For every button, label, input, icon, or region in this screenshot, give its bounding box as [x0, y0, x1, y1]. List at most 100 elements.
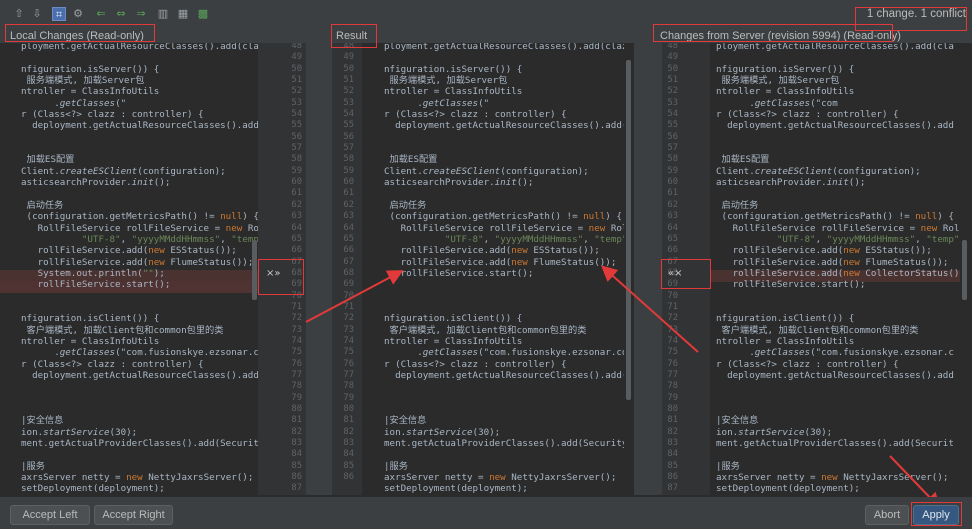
server-line-number: 75: [667, 347, 678, 358]
local-changes-pane[interactable]: ployment.getActualResourceClasses().add(…: [0, 43, 258, 495]
server-code-line: [716, 404, 960, 415]
result-gutter: 48 49 50 51 52 53 54 55 56 57 58 59 60 61 62 63 64 65 66 67…: [332, 43, 362, 495]
local-line-number: 83: [291, 438, 302, 449]
result-code-line: [384, 393, 624, 404]
server-code-line: [716, 393, 960, 404]
result-line-number: 70: [343, 290, 354, 301]
result-code-line: rollFileService.add(new FlumeStatus());: [384, 256, 617, 268]
result-pane[interactable]: ployment.getActualResourceClasses().add(…: [362, 43, 624, 495]
local-scrollbar[interactable]: [252, 240, 257, 300]
server-code-line: [716, 291, 960, 302]
result-line-number: 62: [343, 199, 354, 210]
abort-button[interactable]: Abort: [865, 505, 909, 525]
server-code-line: |安全信息: [716, 415, 759, 427]
local-line-number: 74: [291, 335, 302, 346]
result-line-number: 57: [343, 143, 354, 154]
server-code-line: "UTF-8", "yyyyMMddHHmmss", "temp": [776, 233, 960, 245]
local-line-number: 55: [291, 120, 302, 131]
up-arrow-icon[interactable]: ⇧: [12, 7, 26, 21]
server-code-line: deployment.getActualResourceClasses().ad…: [716, 369, 954, 381]
result-code-line: (configuration.getMetricsPath() != null)…: [384, 211, 622, 223]
down-arrow-icon[interactable]: ⇩: [30, 7, 44, 21]
result-line-number: 84: [343, 449, 354, 460]
local-line-number: 48: [291, 43, 302, 51]
local-line-number: 84: [291, 449, 302, 460]
server-code-line: Client.createESClient(configuration);: [716, 165, 921, 177]
server-line-number: 87: [667, 483, 678, 494]
result-code-line: ployment.getActualResourceClasses().add(…: [384, 43, 624, 52]
local-code-line: ment.getActualProviderClasses().add(Secu…: [21, 438, 258, 450]
local-code-line: r (Class<?> clazz : controller) {: [21, 109, 204, 121]
local-code-line: [21, 393, 258, 404]
accept-right-icon[interactable]: ⇒: [134, 7, 148, 21]
server-line-number: 82: [667, 426, 678, 437]
local-line-number: 56: [291, 131, 302, 142]
accept-left-icon[interactable]: ⇐: [94, 7, 108, 21]
server-marker-annotation: [661, 259, 711, 289]
server-code-line: (configuration.getMetricsPath() != null)…: [716, 211, 954, 223]
local-line-number: 58: [291, 154, 302, 165]
server-line-number: 60: [667, 177, 678, 188]
result-code-line: [384, 381, 624, 392]
local-line-number: 79: [291, 392, 302, 403]
server-line-number: 70: [667, 290, 678, 301]
local-code-line: rollFileService.start();: [21, 279, 171, 291]
result-code-line: [384, 279, 624, 290]
local-line-number: 64: [291, 222, 302, 233]
result-code-line: deployment.getActualResourceClasses().ad…: [384, 369, 624, 381]
server-line-number: 84: [667, 449, 678, 460]
server-line-number: 56: [667, 131, 678, 142]
local-code-line: ntroller = ClassInfoUtils: [21, 335, 160, 347]
server-scrollbar[interactable]: [962, 240, 967, 300]
local-line-number: 51: [291, 75, 302, 86]
server-line-number: 57: [667, 143, 678, 154]
server-code-line: RollFileService rollFileService = new Ro…: [716, 222, 960, 234]
local-line-number: 85: [291, 460, 302, 471]
server-line-number: 61: [667, 188, 678, 199]
server-code-line: [716, 52, 960, 63]
server-line-number: 80: [667, 404, 678, 414]
accept-right-button[interactable]: Accept Right: [94, 505, 173, 525]
result-scrollbar[interactable]: [626, 60, 631, 400]
server-code-line: rollFileService.add(new ESStatus());: [716, 245, 932, 257]
local-code-line: .getClasses("com.fusionskye.ezsonar.c: [21, 347, 258, 359]
result-line-number: 52: [343, 86, 354, 97]
result-code-line: 启动任务: [384, 199, 427, 211]
sync-scroll-icon[interactable]: ▩: [196, 7, 210, 21]
magic-resolve-icon[interactable]: ⌗: [52, 7, 66, 21]
local-code-line: [21, 52, 258, 63]
bottom-bar: Accept Left Accept Right Abort Apply: [0, 497, 972, 529]
result-code-line: 客户端模式, 加载Client包和common包里的类: [384, 324, 587, 336]
columns-icon[interactable]: ▦: [176, 7, 190, 21]
local-code-line: 启动任务: [21, 199, 64, 211]
apply-annotation: [911, 502, 962, 526]
settings-icon[interactable]: ⚙: [71, 7, 85, 21]
result-code-line: [384, 132, 624, 143]
local-code-line: 服务端模式, 加载Server包: [21, 75, 145, 87]
local-code-line: Client.createESClient(configuration);: [21, 165, 226, 177]
result-code-line: r (Class<?> clazz : controller) {: [384, 109, 567, 121]
server-code-line: |服务: [716, 460, 740, 472]
result-line-number: 51: [343, 75, 354, 86]
result-line-number: 83: [343, 438, 354, 449]
result-code-line: ment.getActualProviderClasses().add(Secu…: [384, 438, 624, 450]
local-line-number: 63: [291, 211, 302, 222]
local-line-number: 50: [291, 63, 302, 74]
accept-both-icon[interactable]: ⇔: [114, 7, 128, 21]
local-code-line: ployment.getActualResourceClasses().add(…: [21, 43, 258, 52]
server-code-line: 加载ES配置: [716, 154, 770, 166]
server-code-line: rollFileService.add(new CollectorStatus(…: [716, 267, 960, 279]
accept-left-button[interactable]: Accept Left: [10, 505, 90, 525]
local-line-number: 87: [291, 483, 302, 494]
result-code-line: rollFileService.start();: [384, 267, 534, 279]
server-code-line: [716, 188, 960, 199]
server-changes-pane[interactable]: ployment.getActualResourceClasses().add(…: [710, 43, 960, 495]
result-line-number: 74: [343, 335, 354, 346]
result-code-line: |安全信息: [384, 415, 427, 427]
server-line-number: 79: [667, 392, 678, 403]
local-line-number: 72: [291, 313, 302, 324]
server-line-number: 77: [667, 369, 678, 380]
result-line-number: 66: [343, 245, 354, 256]
result-code-line: [384, 188, 624, 199]
split-view-icon[interactable]: ▥: [156, 7, 170, 21]
